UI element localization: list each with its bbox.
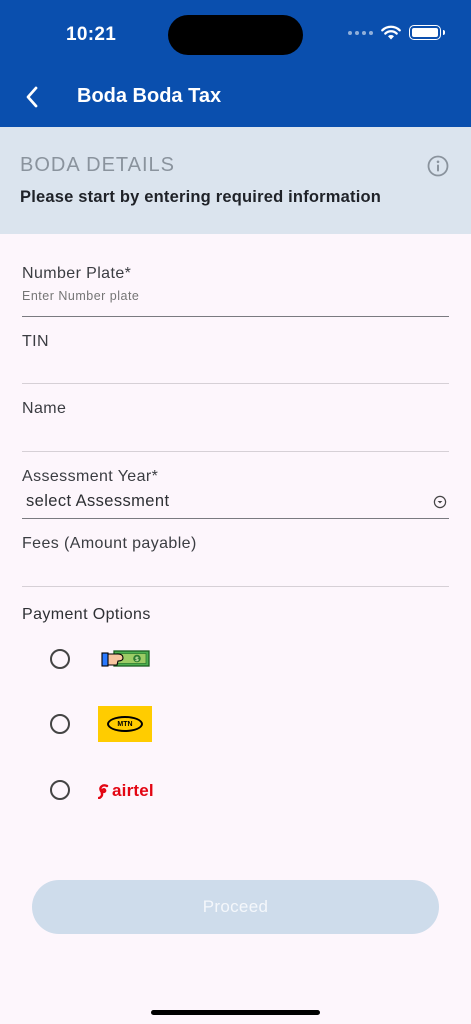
- number-plate-field: Number Plate*: [22, 265, 449, 303]
- fees-input[interactable]: [22, 561, 449, 583]
- airtel-logo-text: airtel: [112, 781, 154, 800]
- dynamic-island: [168, 15, 303, 55]
- chevron-left-icon: [26, 86, 38, 108]
- wifi-icon: [381, 25, 401, 40]
- dropdown-circle-icon: [433, 495, 447, 508]
- section-banner: [0, 127, 471, 234]
- section-heading: BODA DETAILS: [20, 154, 176, 176]
- fees-field: Fees (Amount payable): [22, 535, 449, 583]
- tin-underline: [22, 383, 449, 384]
- info-icon[interactable]: [427, 155, 449, 177]
- back-button[interactable]: [16, 80, 48, 114]
- proceed-button[interactable]: Proceed: [32, 880, 439, 934]
- name-underline: [22, 451, 449, 452]
- app-header: 10:21 Boda Boda Tax: [0, 0, 471, 127]
- tin-input[interactable]: [22, 359, 449, 381]
- page-title: Boda Boda Tax: [77, 85, 222, 107]
- assessment-year-select[interactable]: select Assessment: [22, 492, 449, 511]
- cash-payment-icon[interactable]: $: [101, 648, 151, 670]
- number-plate-label: Number Plate*: [22, 265, 132, 282]
- mtn-logo-text: MTN: [107, 716, 143, 732]
- name-input[interactable]: [22, 426, 449, 448]
- tin-field: TIN: [22, 333, 449, 381]
- airtel-radio[interactable]: [50, 780, 70, 800]
- section-subtitle: Please start by entering required inform…: [20, 188, 382, 206]
- svg-text:$: $: [135, 656, 139, 663]
- assessment-year-underline: [22, 518, 449, 519]
- number-plate-input[interactable]: [22, 289, 449, 303]
- airtel-logo[interactable]: airtel: [98, 778, 154, 804]
- airtel-swirl-icon: [98, 784, 109, 799]
- cash-radio[interactable]: [50, 649, 70, 669]
- name-label: Name: [22, 400, 67, 417]
- assessment-year-label: Assessment Year*: [22, 468, 159, 485]
- status-icons: [348, 25, 445, 40]
- fees-underline: [22, 586, 449, 587]
- mtn-radio[interactable]: [50, 714, 70, 734]
- battery-icon: [409, 25, 445, 40]
- cellular-signal-icon: [348, 30, 373, 35]
- mtn-logo[interactable]: MTN: [98, 706, 152, 742]
- home-indicator: [151, 1010, 320, 1015]
- status-time: 10:21: [66, 24, 117, 45]
- payment-options-label: Payment Options: [22, 606, 151, 623]
- assessment-year-field: Assessment Year* select Assessment: [22, 468, 449, 511]
- tin-label: TIN: [22, 333, 49, 350]
- fees-label: Fees (Amount payable): [22, 535, 197, 552]
- number-plate-underline: [22, 316, 449, 317]
- name-field: Name: [22, 400, 449, 448]
- assessment-year-value: select Assessment: [26, 492, 170, 510]
